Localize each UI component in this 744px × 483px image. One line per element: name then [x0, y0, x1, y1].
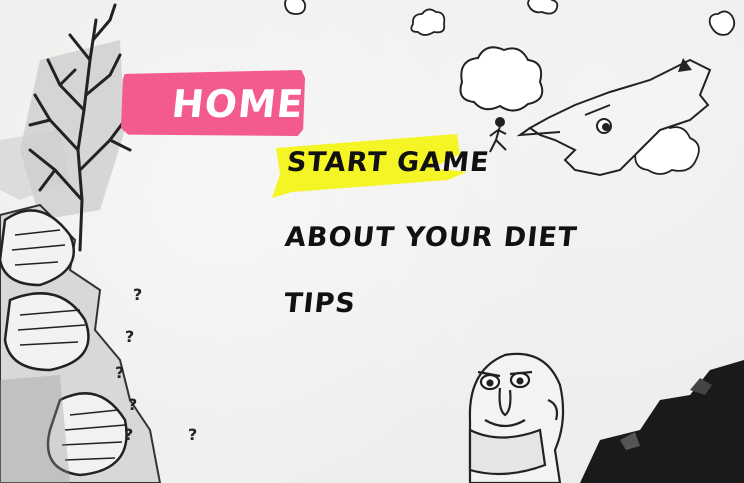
running-figure-icon: [489, 117, 507, 153]
page-title: HOME: [169, 82, 307, 126]
start-game-button[interactable]: START GAME: [285, 147, 491, 178]
question-mark: ?: [133, 285, 142, 304]
tips-button[interactable]: TIPS: [282, 288, 357, 319]
about-your-diet-button[interactable]: ABOUT YOUR DIET: [283, 222, 578, 253]
question-mark: ?: [128, 395, 137, 414]
cloud-icon: [459, 46, 544, 112]
bald-man-icon: [468, 352, 565, 483]
question-mark: ?: [188, 425, 197, 444]
question-mark: ?: [115, 363, 124, 382]
question-mark: ?: [125, 327, 134, 346]
question-mark: ?: [124, 425, 133, 444]
rubble-pile: [580, 360, 744, 483]
